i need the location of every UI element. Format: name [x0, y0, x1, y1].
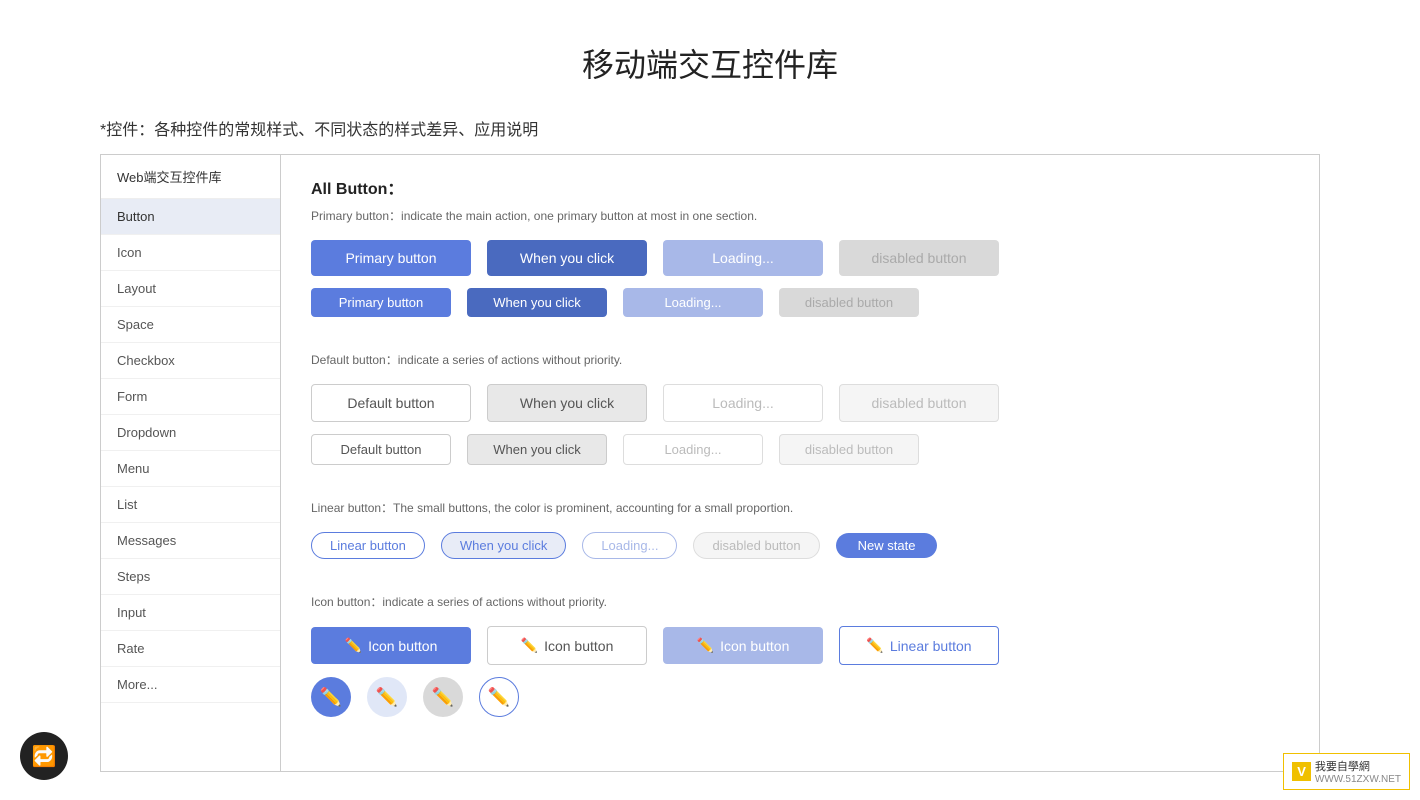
pencil-icon-4: ✏️: [866, 637, 883, 654]
pencil-icon-2: ✏️: [521, 637, 538, 654]
primary-row-1: Primary button When you click Loading...…: [311, 240, 1289, 276]
sidebar-item-more[interactable]: More...: [101, 667, 280, 703]
default-loading-button-small: Loading...: [623, 434, 763, 465]
primary-click-button-large[interactable]: When you click: [487, 240, 647, 276]
all-button-title: All Button：: [311, 175, 1289, 199]
linear-click-button[interactable]: When you click: [441, 532, 566, 559]
sidebar-item-space[interactable]: Space: [101, 307, 280, 343]
primary-row-2: Primary button When you click Loading...…: [311, 288, 1289, 317]
primary-disabled-button-large: disabled button: [839, 240, 999, 276]
circle-primary-button[interactable]: ✏️: [311, 677, 351, 717]
sidebar-item-checkbox[interactable]: Checkbox: [101, 343, 280, 379]
main-container: Web端交互控件库 Button Icon Layout Space Check…: [100, 154, 1320, 772]
linear-disabled-button: disabled button: [693, 532, 819, 559]
icon-linear-button[interactable]: ✏️ Linear button: [839, 626, 999, 665]
bottom-right-logo: V 我要自學網 WWW.51ZXW.NET: [1283, 753, 1410, 790]
primary-disabled-button-small: disabled button: [779, 288, 919, 317]
circle-outline-button[interactable]: ✏️: [479, 677, 519, 717]
logo-icon: 🔁: [32, 744, 57, 769]
sidebar-item-icon[interactable]: Icon: [101, 235, 280, 271]
page-title: 移动端交互控件库: [0, 0, 1420, 116]
linear-section: Linear button：The small buttons, the col…: [311, 499, 1289, 575]
sidebar-item-rate[interactable]: Rate: [101, 631, 280, 667]
default-section-desc: Default button：indicate a series of acti…: [311, 351, 1289, 368]
circle-disabled-button: ✏️: [423, 677, 463, 717]
bottom-left-logo: 🔁: [20, 732, 68, 780]
sidebar-item-input[interactable]: Input: [101, 595, 280, 631]
default-disabled-button-large: disabled button: [839, 384, 999, 422]
pencil-icon-3: ✏️: [697, 637, 714, 654]
default-click-button-large[interactable]: When you click: [487, 384, 647, 422]
icon-section: Icon button：indicate a series of actions…: [311, 593, 1289, 733]
linear-button[interactable]: Linear button: [311, 532, 425, 559]
icon-button-label-2: Icon button: [544, 638, 613, 654]
sidebar-item-dropdown[interactable]: Dropdown: [101, 415, 280, 451]
circle-default-button[interactable]: ✏️: [367, 677, 407, 717]
sidebar-item-menu[interactable]: Menu: [101, 451, 280, 487]
icon-button-label-4: Linear button: [890, 638, 972, 654]
linear-row-1: Linear button When you click Loading... …: [311, 532, 1289, 559]
sidebar-item-steps[interactable]: Steps: [101, 559, 280, 595]
primary-section-desc: Primary button：indicate the main action,…: [311, 207, 1289, 224]
icon-row-1: ✏️ Icon button ✏️ Icon button ✏️ Icon bu…: [311, 626, 1289, 665]
logo-text-group: 我要自學網 WWW.51ZXW.NET: [1315, 758, 1401, 785]
pencil-icon: ✏️: [345, 637, 362, 654]
primary-loading-button-small: Loading...: [623, 288, 763, 317]
default-disabled-button-small: disabled button: [779, 434, 919, 465]
primary-button-large[interactable]: Primary button: [311, 240, 471, 276]
sidebar-item-layout[interactable]: Layout: [101, 271, 280, 307]
sidebar-item-button[interactable]: Button: [101, 199, 280, 235]
primary-section: Primary button：indicate the main action,…: [311, 207, 1289, 333]
primary-loading-button-large: Loading...: [663, 240, 823, 276]
linear-section-desc: Linear button：The small buttons, the col…: [311, 499, 1289, 516]
icon-loading-button: ✏️ Icon button: [663, 627, 823, 664]
icon-section-desc: Icon button：indicate a series of actions…: [311, 593, 1289, 610]
icon-button-label-3: Icon button: [720, 638, 789, 654]
sidebar-item-messages[interactable]: Messages: [101, 523, 280, 559]
sidebar-item-list[interactable]: List: [101, 487, 280, 523]
primary-button-small[interactable]: Primary button: [311, 288, 451, 317]
primary-click-button-small[interactable]: When you click: [467, 288, 607, 317]
sidebar: Web端交互控件库 Button Icon Layout Space Check…: [101, 155, 281, 771]
page-subtitle: *控件：各种控件的常规样式、不同状态的样式差异、应用说明: [0, 116, 1420, 154]
logo-url: WWW.51ZXW.NET: [1315, 774, 1401, 785]
icon-default-button[interactable]: ✏️ Icon button: [487, 626, 647, 665]
default-section: Default button：indicate a series of acti…: [311, 351, 1289, 481]
sidebar-item-form[interactable]: Form: [101, 379, 280, 415]
icon-primary-button[interactable]: ✏️ Icon button: [311, 627, 471, 664]
default-loading-button-large: Loading...: [663, 384, 823, 422]
logo-badge: V: [1292, 762, 1311, 781]
icon-button-label-1: Icon button: [368, 638, 437, 654]
default-row-2: Default button When you click Loading...…: [311, 434, 1289, 465]
sidebar-header: Web端交互控件库: [101, 155, 280, 199]
circle-row: ✏️ ✏️ ✏️ ✏️: [311, 677, 1289, 717]
default-button-large[interactable]: Default button: [311, 384, 471, 422]
linear-loading-button: Loading...: [582, 532, 677, 559]
content-area: All Button： Primary button：indicate the …: [281, 155, 1319, 771]
default-button-small[interactable]: Default button: [311, 434, 451, 465]
logo-name: 我要自學網: [1315, 758, 1401, 774]
linear-new-state-button[interactable]: New state: [836, 533, 938, 558]
default-row-1: Default button When you click Loading...…: [311, 384, 1289, 422]
default-click-button-small[interactable]: When you click: [467, 434, 607, 465]
